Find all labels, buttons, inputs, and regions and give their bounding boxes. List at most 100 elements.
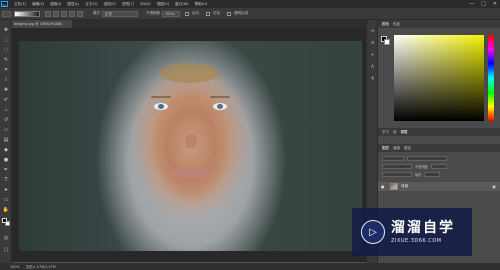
color-panel-background-swatch[interactable]: [384, 39, 390, 45]
menu-view[interactable]: 视图(V): [157, 2, 169, 7]
layer-filter-select[interactable]: [382, 155, 404, 161]
menu-file[interactable]: 文件(F): [14, 2, 26, 7]
rectangle-tool-icon[interactable]: ▭: [2, 196, 10, 203]
menu-3d[interactable]: 3D(D): [140, 2, 151, 6]
tab-layers[interactable]: 图层: [382, 146, 389, 151]
clone-stamp-tool-icon[interactable]: ⊥: [2, 106, 10, 113]
image-left-eye: [154, 103, 168, 110]
linear-gradient-button[interactable]: [45, 10, 51, 17]
menu-edit[interactable]: 编辑(E): [32, 2, 44, 7]
healing-brush-tool-icon[interactable]: ✚: [2, 86, 10, 93]
watermark-text: 溜溜自学 ZIXUE.3D66.COM: [391, 220, 455, 244]
layer-name: 背景: [401, 184, 409, 188]
tab-color[interactable]: 颜色: [382, 22, 389, 27]
blend-mode-select[interactable]: [382, 163, 412, 169]
eye-icon[interactable]: ●: [381, 184, 387, 189]
tab-learn[interactable]: 学习: [382, 130, 389, 135]
photoshop-logo: Ps: [1, 1, 8, 7]
tools-panel: ✥ ⬚ ◌ ✎ ⌗ ⁄ ✚ ✐ ⊥ ↺ ▱ ▤ ◆ ● ✒ T ➤ ▭ ✋ ◎ …: [0, 20, 12, 263]
pen-tool-icon[interactable]: ✒: [2, 166, 10, 173]
radial-gradient-button[interactable]: [53, 10, 59, 17]
layer-fill-input[interactable]: [424, 171, 441, 177]
reverse-checkbox[interactable]: [185, 11, 189, 16]
zoom-level[interactable]: 100%: [10, 265, 20, 269]
diamond-gradient-button[interactable]: [77, 10, 83, 17]
menu-image[interactable]: 图像(I): [50, 2, 61, 7]
layer-row-background[interactable]: ● 背景 ▣: [378, 182, 500, 191]
reverse-label: 反向: [192, 11, 199, 15]
document-info: 文档:1.07M/1.07M: [25, 265, 56, 269]
transparency-checkbox[interactable]: [227, 11, 231, 16]
path-select-tool-icon[interactable]: ➤: [2, 186, 10, 193]
gradient-tool-icon[interactable]: ▤: [2, 136, 10, 143]
color-panel-tabs: 颜色 色板: [378, 20, 500, 28]
document-tab[interactable]: bingjing.jpg @ 100%(RGB/8): [12, 20, 72, 28]
screen-mode-icon[interactable]: ▢: [2, 246, 10, 253]
hue-slider[interactable]: [488, 35, 494, 121]
background-color-swatch[interactable]: [5, 221, 10, 226]
quick-select-tool-icon[interactable]: ✎: [2, 56, 10, 63]
dodge-tool-icon[interactable]: ●: [2, 156, 10, 163]
layers-panel-tabs: 图层 通道 路径: [378, 144, 500, 152]
dither-checkbox[interactable]: [206, 11, 210, 16]
image-right-brow: [210, 96, 230, 98]
menu-select[interactable]: 选择(S): [104, 2, 116, 7]
options-bar: 模式 正常 不透明度 100% 反向 仿色 透明区域: [0, 8, 500, 20]
opacity-label: 不透明度: [146, 11, 160, 15]
character-panel-icon[interactable]: A: [369, 64, 376, 70]
image-left-brow: [151, 96, 171, 98]
reflected-gradient-button[interactable]: [69, 10, 75, 17]
lock-icon: ▣: [492, 184, 496, 189]
angle-gradient-button[interactable]: [61, 10, 67, 17]
eraser-tool-icon[interactable]: ▱: [2, 126, 10, 133]
tab-libraries[interactable]: 库: [393, 130, 397, 135]
quick-mask-icon[interactable]: ◎: [2, 234, 10, 241]
eyedropper-tool-icon[interactable]: ⁄: [2, 76, 10, 83]
document-tab-bar: bingjing.jpg @ 100%(RGB/8): [12, 20, 366, 28]
layer-filter-row: [382, 155, 447, 161]
mode-select[interactable]: 正常: [102, 10, 138, 17]
menu-layer[interactable]: 图层(L): [67, 2, 79, 7]
menu-help[interactable]: 帮助(H): [195, 2, 208, 7]
maximize-button[interactable]: □: [481, 1, 486, 7]
menu-bar: Ps 文件(F) 编辑(E) 图像(I) 图层(L) 文字(Y) 选择(S) 滤…: [0, 0, 500, 8]
brush-settings-icon[interactable]: ✦: [369, 52, 376, 58]
lock-options[interactable]: [382, 171, 412, 177]
type-tool-icon[interactable]: T: [2, 176, 10, 183]
lasso-tool-icon[interactable]: ◌: [2, 46, 10, 53]
paragraph-panel-icon[interactable]: ¶: [369, 76, 376, 82]
layer-opacity-input[interactable]: [430, 163, 447, 169]
close-button[interactable]: ✕: [493, 1, 497, 7]
menu-filter[interactable]: 滤镜(T): [122, 2, 134, 7]
transparency-label: 透明区域: [234, 11, 248, 15]
image-hair: [159, 63, 219, 83]
gradient-editor-swatch[interactable]: [14, 10, 40, 17]
minimize-button[interactable]: —: [469, 1, 474, 7]
tab-paths[interactable]: 路径: [404, 146, 411, 151]
tab-swatches[interactable]: 色板: [393, 22, 400, 27]
dither-label: 仿色: [213, 11, 220, 15]
move-tool-icon[interactable]: ✥: [2, 26, 10, 33]
history-brush-tool-icon[interactable]: ↺: [2, 116, 10, 123]
layer-fill-label: 填充: [415, 172, 422, 177]
layer-opacity-label: 不透明度: [415, 164, 428, 169]
tab-adjustments[interactable]: 调整: [401, 130, 408, 135]
menu-type[interactable]: 文字(Y): [85, 2, 97, 7]
opacity-input[interactable]: 100%: [162, 10, 180, 17]
color-picker-field[interactable]: [394, 35, 484, 121]
properties-panel-icon[interactable]: ☰: [369, 40, 376, 46]
layer-filter-icons[interactable]: [407, 155, 447, 161]
tab-channels[interactable]: 通道: [393, 146, 400, 151]
window-controls: — □ ✕: [469, 1, 497, 7]
layer-blend-row: 不透明度: [382, 163, 447, 169]
marquee-tool-icon[interactable]: ⬚: [2, 36, 10, 43]
history-panel-icon[interactable]: ⟲: [369, 28, 376, 34]
brush-tool-icon[interactable]: ✐: [2, 96, 10, 103]
document-image: [19, 41, 362, 251]
tool-preset-picker[interactable]: [2, 10, 11, 17]
crop-tool-icon[interactable]: ⌗: [2, 66, 10, 73]
menu-window[interactable]: 窗口(W): [175, 2, 189, 7]
hand-tool-icon[interactable]: ✋: [2, 206, 10, 213]
canvas-area[interactable]: [12, 28, 366, 262]
blur-tool-icon[interactable]: ◆: [2, 146, 10, 153]
